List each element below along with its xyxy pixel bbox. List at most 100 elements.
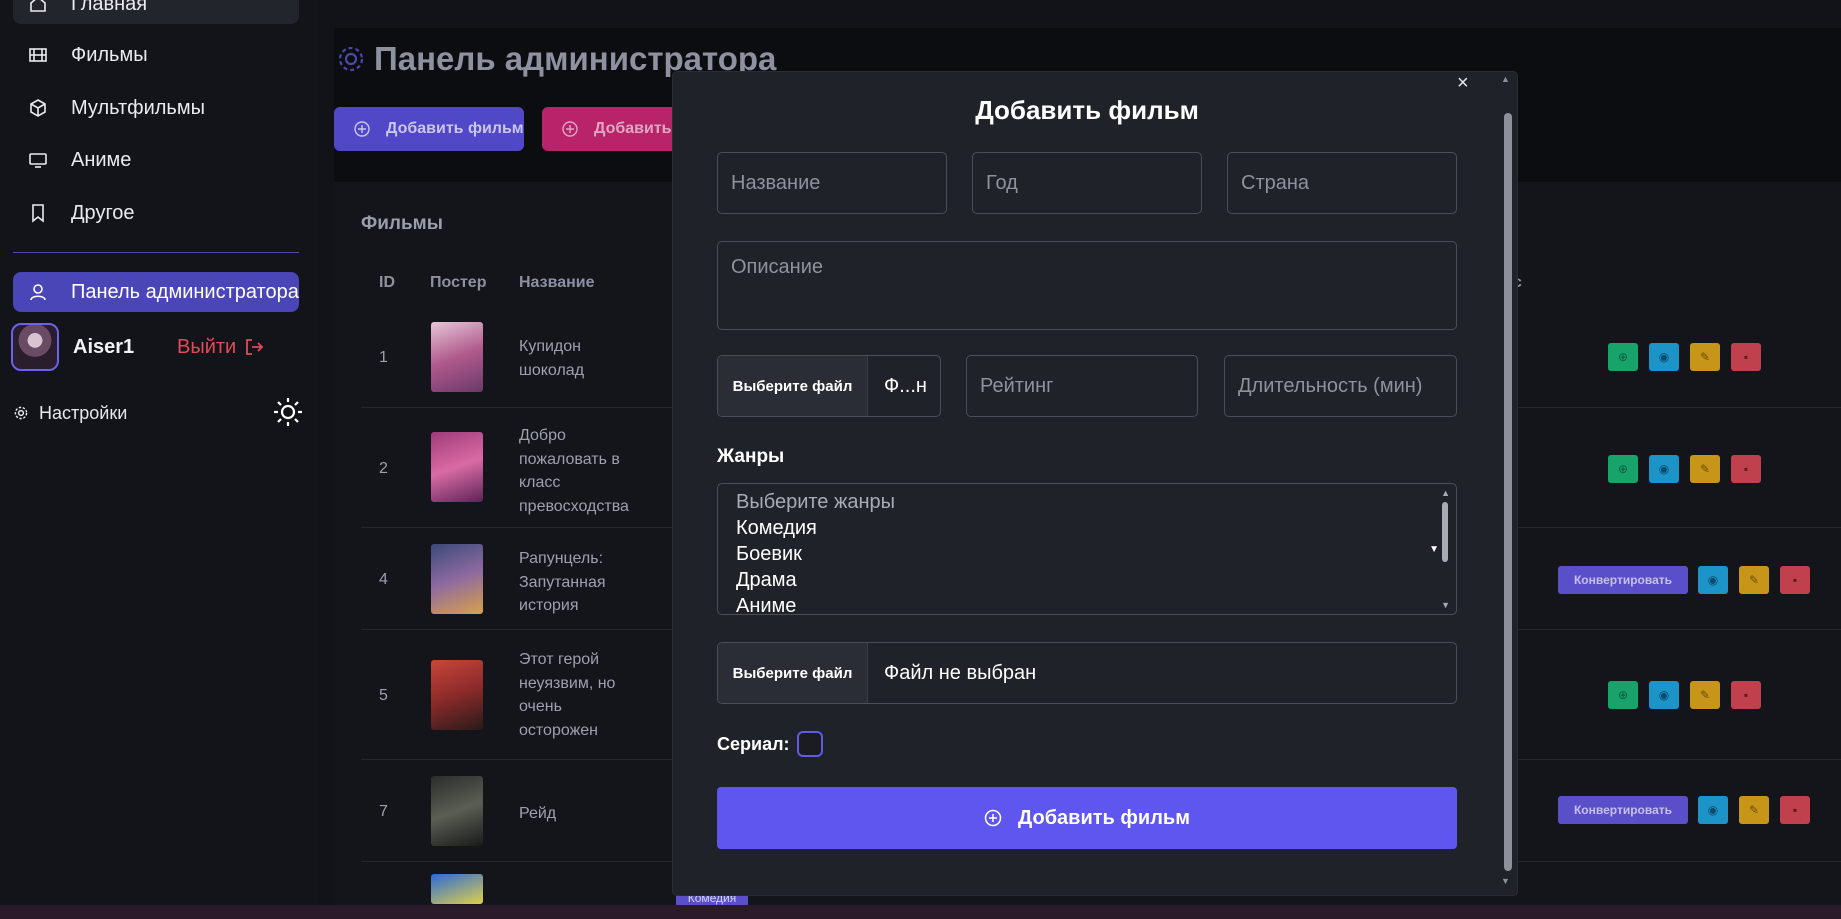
sidebar-item-anime[interactable]: Аниме [13, 140, 299, 180]
eye-icon: ◉ [1658, 688, 1670, 702]
scroll-up-icon[interactable]: ▲ [1441, 488, 1450, 498]
row-name: Этот герой неуязвим, но очень осторожен [519, 651, 616, 739]
convert-button[interactable]: Конвертировать [1558, 566, 1688, 594]
genres-scrollbar[interactable] [1442, 502, 1448, 562]
gear-icon [336, 44, 366, 74]
user-icon [27, 281, 49, 303]
scroll-up-icon[interactable]: ▲ [1501, 74, 1510, 84]
scroll-down-icon[interactable]: ▼ [1441, 600, 1450, 610]
films-title: Фильмы [361, 213, 443, 234]
settings-link[interactable]: Настройки [13, 398, 305, 428]
logout-label: Выйти [177, 335, 237, 358]
row-id: 4 [379, 571, 388, 588]
settings-label: Настройки [39, 402, 128, 423]
poster-image [431, 432, 483, 502]
sidebar-item-label: Мультфильмы [71, 96, 205, 119]
rating-input[interactable] [966, 355, 1198, 417]
genre-option[interactable]: Боевик [736, 541, 1456, 567]
genre-option[interactable]: Аниме [736, 593, 1456, 614]
close-icon[interactable]: × [1457, 72, 1469, 95]
convert-label: Конвертировать [1573, 803, 1673, 817]
edit-button[interactable]: ✎ [1739, 566, 1769, 594]
eye-icon: ◉ [1707, 573, 1719, 587]
poster-image [431, 544, 483, 614]
download-button[interactable]: ⊕ [1608, 343, 1638, 371]
genre-option[interactable]: Драма [736, 567, 1456, 593]
delete-button[interactable]: ▪ [1780, 566, 1810, 594]
delete-button[interactable]: ▪ [1731, 455, 1761, 483]
sidebar-item-films[interactable]: Фильмы [13, 35, 299, 75]
genres-select[interactable]: Выберите жанры Комедия Боевик Драма Аним… [717, 483, 1457, 615]
view-button[interactable]: ◉ [1649, 681, 1679, 709]
home-icon [27, 0, 49, 15]
convert-button[interactable]: Конвертировать [1558, 796, 1688, 824]
submit-label: Добавить фильм [1017, 806, 1190, 829]
serial-label: Сериал: [717, 733, 790, 754]
avatar[interactable] [11, 323, 59, 371]
download-button[interactable]: ⊕ [1608, 455, 1638, 483]
row-id: 5 [379, 687, 388, 704]
sun-icon[interactable] [272, 396, 304, 433]
add-film-button[interactable]: Добавить фильм [334, 107, 524, 151]
view-button[interactable]: ◉ [1649, 343, 1679, 371]
sidebar-item-label: Аниме [71, 148, 132, 171]
choose-file-button[interactable]: Выберите файл [718, 643, 868, 703]
col-id: ID [379, 274, 395, 291]
logout-button[interactable]: Выйти [177, 336, 264, 359]
view-button[interactable]: ◉ [1698, 566, 1728, 594]
edit-icon: ✎ [1699, 688, 1711, 702]
bookmark-icon [27, 202, 49, 224]
row-id: 1 [379, 349, 388, 366]
user-row: Aiser1 Выйти [11, 323, 301, 371]
trash-icon: ▪ [1792, 573, 1798, 587]
download-icon: ⊕ [1617, 462, 1629, 476]
convert-label: Конвертировать [1573, 573, 1673, 587]
edit-icon: ✎ [1748, 803, 1760, 817]
sidebar-divider [13, 252, 299, 253]
sidebar-item-other[interactable]: Другое [13, 193, 299, 233]
country-input[interactable] [1227, 152, 1457, 214]
choose-file-button[interactable]: Выберите файл [718, 356, 868, 416]
download-button[interactable]: ⊕ [1608, 681, 1638, 709]
edit-icon: ✎ [1699, 350, 1711, 364]
row-id: 7 [379, 803, 388, 820]
delete-button[interactable]: ▪ [1731, 681, 1761, 709]
delete-button[interactable]: ▪ [1780, 796, 1810, 824]
plus-circle-icon [562, 121, 578, 137]
sidebar: Главная Фильмы Мультфильмы Аниме Другое … [0, 0, 318, 919]
description-input[interactable] [717, 241, 1457, 330]
submit-add-film-button[interactable]: Добавить фильм [717, 787, 1457, 849]
edit-button[interactable]: ✎ [1690, 681, 1720, 709]
sidebar-item-admin-panel[interactable]: Панель администратора [13, 272, 299, 312]
logout-icon [246, 339, 264, 355]
sidebar-item-label: Фильмы [71, 43, 148, 66]
poster-file-input[interactable]: Выберите файл Ф...н [717, 355, 941, 417]
sidebar-item-label: Другое [71, 201, 135, 224]
plus-circle-icon [984, 809, 1002, 827]
modal-scrollbar[interactable] [1504, 113, 1512, 871]
year-input[interactable] [972, 152, 1202, 214]
delete-button[interactable]: ▪ [1731, 343, 1761, 371]
sidebar-item-cartoons[interactable]: Мультфильмы [13, 88, 299, 128]
edit-button[interactable]: ✎ [1690, 343, 1720, 371]
serial-checkbox[interactable] [796, 731, 823, 757]
download-icon: ⊕ [1617, 688, 1629, 702]
video-file-input[interactable]: Выберите файл Файл не выбран [717, 642, 1457, 704]
col-name: Название [519, 274, 595, 291]
scroll-down-icon[interactable]: ▼ [1501, 876, 1510, 886]
caret-down-icon: ▼ [1429, 544, 1439, 555]
col-poster: Постер [430, 274, 487, 291]
view-button[interactable]: ◉ [1698, 796, 1728, 824]
view-button[interactable]: ◉ [1649, 455, 1679, 483]
monitor-icon [27, 149, 49, 171]
edit-button[interactable]: ✎ [1739, 796, 1769, 824]
genre-option[interactable]: Комедия [736, 515, 1456, 541]
title-input[interactable] [717, 152, 947, 214]
sidebar-item-home[interactable]: Главная [13, 0, 299, 24]
download-icon: ⊕ [1617, 350, 1629, 364]
modal-title: Добавить фильм [975, 95, 1199, 125]
username: Aiser1 [73, 335, 135, 358]
edit-button[interactable]: ✎ [1690, 455, 1720, 483]
duration-input[interactable] [1224, 355, 1457, 417]
add-film-label: Добавить фильм [386, 120, 524, 137]
